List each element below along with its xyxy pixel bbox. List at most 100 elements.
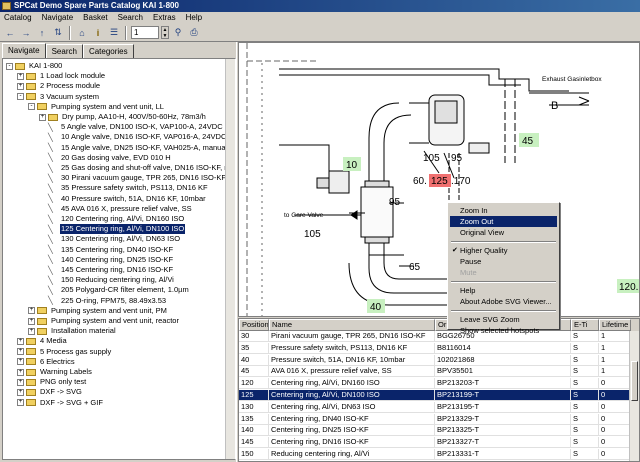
tree-item[interactable]: ╲ 30 Pirani vacuum gauge, TPR 265, DN16 I… [39,173,227,183]
hotspot-125-label[interactable]: 125 [431,176,448,187]
menu-item-pause[interactable]: Pause [450,256,557,267]
expand-icon[interactable]: + [39,113,46,121]
upup-icon[interactable]: ⇅ [51,26,65,40]
tab-search[interactable]: Search [45,44,83,58]
menu-search[interactable]: Search [118,12,143,24]
forward-icon[interactable]: → [19,26,33,40]
tree-item[interactable]: ╲ 35 Pressure safety switch, PS113, DN16 … [39,183,209,193]
tree-item[interactable]: +1 Load lock module [17,71,106,81]
tree-item[interactable]: ╲ 130 Centering ring, Al/Vi, DN63 ISO [39,234,181,244]
tree-item[interactable]: ╲ 145 Centering ring, DN16 ISO-KF [39,265,174,275]
tree-scrollbar[interactable] [225,59,235,459]
hotspot-40-label[interactable]: 40 [370,302,382,313]
info-icon[interactable]: i [91,26,105,40]
table-row[interactable]: 125 Centering ring, Al/Vi, DN100 ISO BP213… [239,390,631,401]
col-name[interactable]: Name [269,319,435,331]
tree-item[interactable]: - KAI 1-800 [6,61,63,71]
expand-icon[interactable]: + [28,327,35,335]
tree-item[interactable]: + DXF -> SVG [17,387,83,397]
expand-icon[interactable]: + [17,388,24,396]
expand-icon[interactable]: + [17,378,24,386]
table-row[interactable]: 30 Pirani vacuum gauge, TPR 265, DN16 ISO… [239,331,631,342]
hotspot-120-label[interactable]: 120. [619,282,638,293]
tree-item[interactable]: ╲ 25 Gas dosing and shut-off valve, DN16 … [39,163,235,173]
tree-item[interactable]: ╲ 20 Gas dosing valve, EVD 010 H [39,153,172,163]
tree-item[interactable]: + PNG only test [17,377,87,387]
page-number-field[interactable]: 1 [131,26,159,39]
tree-item[interactable]: - Pumping system and vent unit, LL [28,102,165,112]
expand-icon[interactable]: + [17,348,24,356]
menu-item-zoom-in[interactable]: Zoom In [450,205,557,216]
tree-item[interactable]: ╲ 45 AVA 016 X, pressure relief valve, SS [39,204,193,214]
table-scroll-thumb[interactable] [631,361,638,401]
expand-icon[interactable]: + [17,72,24,80]
tree-item[interactable]: ╲ 10 Angle valve, DN16 ISO-KF, VAP016-A, … [39,132,227,142]
up-icon[interactable]: ↑ [35,26,49,40]
tree-item[interactable]: ╲ 40 Pressure switch, 51A, DN16 KF, 10mba… [39,194,207,204]
expand-icon[interactable]: + [17,399,24,407]
menu-item-show-selected-hotspots[interactable]: Show selected hotspots [450,325,557,336]
menu-item-leave-svg-zoom[interactable]: Leave SVG Zoom [450,314,557,325]
zoom-icon[interactable]: ⚲ [171,26,185,40]
tree-item[interactable]: +5 Process gas supply [17,347,112,357]
table-row[interactable]: 130 Centering ring, Al/Vi, DN63 ISO BP2131… [239,401,631,413]
menu-item-higher-quality[interactable]: ✔ Higher Quality [450,245,557,256]
tree-item[interactable]: + Pumping system and vent unit, PM [28,306,168,316]
list-icon[interactable]: ☰ [107,26,121,40]
expand-icon[interactable]: + [17,358,24,366]
table-row[interactable]: 40 Pressure switch, 51A, DN16 KF, 10mbar 1… [239,354,631,366]
table-row[interactable]: 120 Centering ring, Al/Vi, DN160 ISO BP213… [239,378,631,390]
expand-icon[interactable]: + [17,82,24,90]
home-icon[interactable]: ⌂ [75,26,89,40]
tree-item[interactable]: +6 Electrics [17,357,76,367]
table-row[interactable]: 140 Centering ring, DN25 ISO-KF BP213325-T… [239,425,631,437]
table-row[interactable]: 150 Reducing centering ring, Al/Vi BP21333… [239,449,631,460]
back-icon[interactable]: ← [3,26,17,40]
tab-navigate[interactable]: Navigate [2,43,46,59]
drawing-view[interactable]: Exhaust Gasinletbox B 45 10 105 95 60. 1… [238,42,640,317]
collapse-icon[interactable]: - [6,62,13,70]
tree-item[interactable]: + Warning Labels [17,367,93,377]
menu-item-zoom-out[interactable]: Zoom Out [450,216,557,227]
tree-item[interactable]: + Dry pump, AA10-H, 400V/50-60Hz, 78m3/h [39,112,207,122]
tree-item[interactable]: - 3 Vacuum system [17,92,100,102]
col-position[interactable]: Position [239,319,269,331]
tree-item[interactable]: ╲ 125 Centering ring, Al/Vi, DN100 ISO [39,224,186,235]
tree-item[interactable]: ╲ 135 Centering ring, DN40 ISO-KF [39,245,174,255]
expand-icon[interactable]: + [28,307,35,315]
tree-item[interactable]: + DXF -> SVG + GIF [17,398,104,408]
tree-item[interactable]: ╲ 225 O-ring, FPM75, 88.49x3.53 [39,296,167,306]
collapse-icon[interactable]: - [28,103,35,111]
printer-icon[interactable]: ⎙ [187,26,201,40]
menu-help[interactable]: Help [186,12,202,24]
table-row[interactable]: 145 Centering ring, DN16 ISO-KF BP213327-T… [239,437,631,449]
expand-icon[interactable]: + [17,368,24,376]
table-row[interactable]: 45 AVA 016 X, pressure relief valve, SS BP… [239,366,631,378]
tree-item[interactable]: + Installation material [28,326,117,336]
menu-catalog[interactable]: Catalog [4,12,32,24]
tree-item[interactable]: ╲ 150 Reducing centering ring, Al/Vi [39,275,175,285]
expand-icon[interactable]: + [17,337,24,345]
menu-item-original-view[interactable]: Original View [450,227,557,238]
tree-item[interactable]: ╲ 15 Angle valve, DN25 ISO-KF, VAH025-A, … [39,143,235,153]
tree-item[interactable]: + Pumping system and vent unit, reactor [28,316,180,326]
page-spinner[interactable]: ▲ ▼ [161,26,169,39]
collapse-icon[interactable]: - [17,93,24,101]
hotspot-10-label[interactable]: 10 [346,160,358,171]
tree-item[interactable]: ╲ 5 Angle valve, DN100 ISO-K, VAP100-A, 2… [39,122,224,132]
menu-basket[interactable]: Basket [83,12,107,24]
table-row[interactable]: 35 Pressure safety switch, PS113, DN16 KF… [239,342,631,354]
menu-item-about-adobe-svg-viewer[interactable]: About Adobe SVG Viewer... [450,296,557,307]
table-scrollbar[interactable] [629,331,639,461]
tree-item[interactable]: ╲ 140 Centering ring, DN25 ISO-KF [39,255,174,265]
hotspot-45-label[interactable]: 45 [522,136,534,147]
menu-navigate[interactable]: Navigate [42,12,74,24]
expand-icon[interactable]: + [28,317,35,325]
tree-item[interactable]: +4 Media [17,336,68,346]
menu-item-help[interactable]: Help [450,285,557,296]
col-eti[interactable]: E-Ti [571,319,599,331]
tree-item[interactable]: ╲ 120 Centering ring, Al/Vi, DN160 ISO [39,214,185,224]
table-row[interactable]: 135 Centering ring, DN40 ISO-KF BP213329-T… [239,413,631,425]
menu-extras[interactable]: Extras [153,12,176,24]
tree-item[interactable]: +2 Process module [17,81,101,91]
